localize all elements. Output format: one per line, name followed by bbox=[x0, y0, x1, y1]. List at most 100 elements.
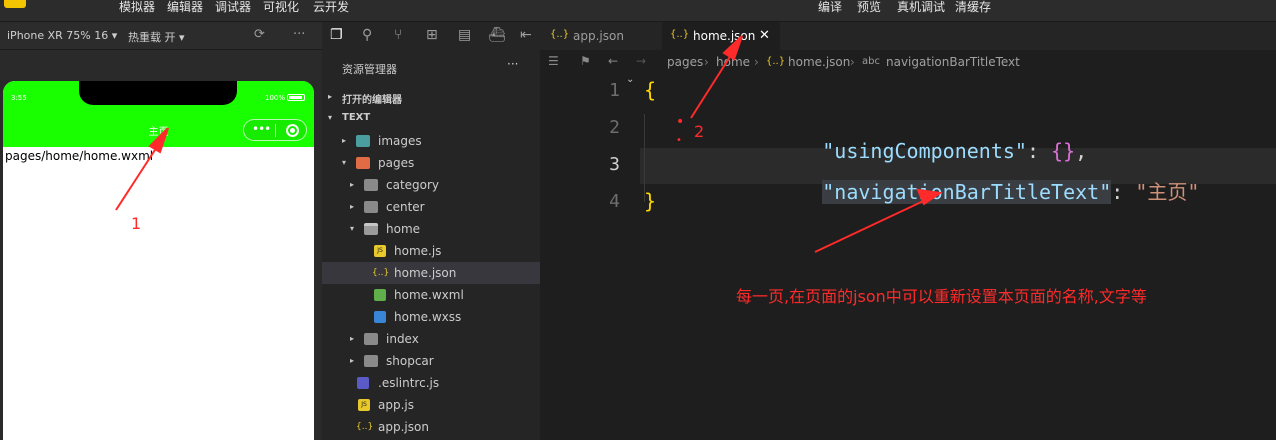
breadcrumb-pages[interactable]: pages bbox=[667, 55, 703, 69]
clear-cache-button[interactable]: 清缓存 bbox=[955, 0, 991, 14]
hot-reload-toggle[interactable]: 热重载 开 ▾ bbox=[128, 29, 185, 45]
line-number: 4 bbox=[609, 191, 620, 212]
string-property-icon: abc bbox=[862, 56, 880, 67]
close-brace: } bbox=[644, 189, 657, 213]
list-icon[interactable]: ☰ bbox=[548, 54, 559, 68]
folder-icon bbox=[364, 201, 378, 213]
chevron-right-icon: ▸ bbox=[328, 92, 333, 101]
tree-item-center[interactable]: ▸ center bbox=[322, 196, 540, 218]
tree-item-category[interactable]: ▸ category bbox=[322, 174, 540, 196]
explorer-more-icon[interactable]: ··· bbox=[507, 57, 518, 71]
tree-item-pages[interactable]: ▾ pages bbox=[322, 152, 540, 174]
breadcrumb-property[interactable]: navigationBarTitleText bbox=[886, 55, 1020, 69]
menu-debugger[interactable]: 调试器 bbox=[215, 0, 251, 14]
line-number: 3 bbox=[609, 154, 620, 175]
split-icon[interactable]: ⇤ bbox=[520, 27, 532, 43]
tree-item-label: pages bbox=[378, 156, 415, 170]
project-label: TEXT bbox=[342, 112, 371, 123]
compile-button[interactable]: 编译 bbox=[818, 0, 842, 14]
tree-item-home-wxss[interactable]: home.wxss bbox=[322, 306, 540, 328]
chevron-right-icon: ▸ bbox=[350, 356, 355, 365]
folder-open-icon bbox=[364, 223, 378, 235]
tree-item-app-js[interactable]: JS app.js bbox=[322, 394, 540, 416]
explorer-icon[interactable]: ❐ bbox=[330, 27, 343, 43]
tab-app-json[interactable]: {..} app.json bbox=[540, 22, 660, 50]
preview-button[interactable]: 预览 bbox=[857, 0, 881, 14]
folder-icon bbox=[364, 355, 378, 367]
explorer-panel: 资源管理器 ··· ▸ 打开的编辑器 ▾ TEXT ▸ images ▾ pag… bbox=[322, 50, 540, 440]
real-device-debug-button[interactable]: 真机调试 bbox=[897, 0, 945, 14]
breadcrumb-file[interactable]: home.json bbox=[788, 55, 850, 69]
annotation-label-1: 1 bbox=[131, 214, 142, 233]
json-colon: : bbox=[1111, 180, 1136, 204]
folder-icon bbox=[364, 179, 378, 191]
images-folder-icon bbox=[356, 135, 370, 147]
more-icon[interactable]: ··· bbox=[293, 27, 305, 42]
open-editors-label: 打开的编辑器 bbox=[342, 95, 402, 106]
json-file-icon: {..} bbox=[356, 422, 374, 432]
json-file-icon: {..} bbox=[766, 56, 786, 67]
line-number: 1 bbox=[609, 80, 620, 101]
tab-home-json[interactable]: {..} home.json ✕ bbox=[662, 22, 780, 50]
chevron-down-icon: ▾ bbox=[328, 113, 333, 122]
capsule-close-icon[interactable] bbox=[286, 124, 299, 137]
simulator-panel: iPhone XR 75% 16 ▾ 热重载 开 ▾ ⟳ ··· 3:55 10… bbox=[0, 22, 322, 440]
tree-item-home-wxml[interactable]: home.wxml bbox=[322, 284, 540, 306]
tree-item-label: .eslintrc.js bbox=[378, 376, 440, 390]
code-line-3: "navigationBarTitleText": "主页" bbox=[750, 152, 1199, 229]
open-editors-section[interactable]: ▸ 打开的编辑器 bbox=[322, 88, 540, 108]
menu-editor[interactable]: 编辑器 bbox=[167, 0, 203, 14]
extensions-icon[interactable]: ⊞ bbox=[426, 27, 438, 43]
panel-icon[interactable]: ▤ bbox=[458, 27, 471, 43]
tree-item-app-json[interactable]: {..} app.json bbox=[322, 416, 540, 438]
tree-item-home-js[interactable]: JS home.js bbox=[322, 240, 540, 262]
breadcrumb-separator: › bbox=[704, 55, 709, 69]
capsule-menu-icon[interactable]: ••• bbox=[252, 122, 271, 136]
chevron-right-icon: ▸ bbox=[350, 334, 355, 343]
chevron-right-icon: ▸ bbox=[350, 180, 355, 189]
tree-item-home-json[interactable]: {..} home.json bbox=[322, 262, 540, 284]
editor-tabs: {..} app.json {..} home.json ✕ bbox=[540, 22, 1276, 50]
phone-notch bbox=[79, 81, 237, 105]
tab-label: app.json bbox=[573, 29, 624, 43]
js-file-icon: JS bbox=[358, 399, 370, 411]
breadcrumb-home[interactable]: home bbox=[716, 55, 750, 69]
rotate-icon[interactable]: ⟳ bbox=[254, 27, 265, 42]
close-icon[interactable]: ✕ bbox=[759, 28, 770, 43]
tree-item-shopcar[interactable]: ▸ shopcar bbox=[322, 350, 540, 372]
js-file-icon: JS bbox=[374, 245, 386, 257]
folder-icon bbox=[364, 333, 378, 345]
menu-visual[interactable]: 可视化 bbox=[263, 0, 299, 14]
tree-item-label: home.js bbox=[394, 244, 442, 258]
bookmark-icon[interactable]: ⚑ bbox=[580, 54, 591, 68]
code-editor[interactable]: ⌄ 1 2 3 4 { "usingComponents": {}, "navi… bbox=[540, 74, 1276, 440]
back-arrow-icon[interactable]: ← bbox=[608, 54, 618, 68]
tree-item-eslintrc[interactable]: .eslintrc.js bbox=[322, 372, 540, 394]
annotation-label-2: 2 bbox=[694, 122, 705, 141]
tree-item-label: center bbox=[386, 200, 425, 214]
fold-chevron-icon[interactable]: ⌄ bbox=[626, 74, 634, 85]
tree-item-label: home.wxml bbox=[394, 288, 464, 302]
device-select[interactable]: iPhone XR 75% 16 ▾ bbox=[7, 29, 117, 42]
json-file-icon: {..} bbox=[550, 29, 570, 40]
capsule-button[interactable]: ••• bbox=[243, 119, 307, 141]
phone-screen: 3:55 100% 主页 ••• pages/home/home.wxml bbox=[3, 81, 314, 440]
tree-item-label: category bbox=[386, 178, 440, 192]
tab-label: home.json bbox=[693, 29, 756, 43]
pages-folder-icon bbox=[356, 157, 370, 169]
menu-simulator[interactable]: 模拟器 bbox=[119, 0, 155, 14]
menu-cloud[interactable]: 云开发 bbox=[313, 0, 349, 14]
source-control-icon[interactable]: ⑂ bbox=[394, 27, 402, 43]
tree-item-home[interactable]: ▾ home bbox=[322, 218, 540, 240]
menu-bar: 模拟器 编辑器 调试器 可视化 云开发 编译 预览 真机调试 清缓存 bbox=[0, 0, 1276, 22]
capsule-divider bbox=[275, 124, 276, 137]
json-file-icon: {..} bbox=[670, 29, 690, 40]
search-icon[interactable]: ⚲ bbox=[362, 27, 372, 43]
project-section[interactable]: ▾ TEXT bbox=[322, 109, 540, 129]
tree-item-images[interactable]: ▸ images bbox=[322, 130, 540, 152]
status-time: 3:55 bbox=[11, 94, 27, 102]
docker-icon[interactable]: ⛴ bbox=[488, 27, 506, 43]
tree-item-label: app.json bbox=[378, 420, 429, 434]
forward-arrow-icon[interactable]: → bbox=[636, 54, 646, 68]
tree-item-index[interactable]: ▸ index bbox=[322, 328, 540, 350]
